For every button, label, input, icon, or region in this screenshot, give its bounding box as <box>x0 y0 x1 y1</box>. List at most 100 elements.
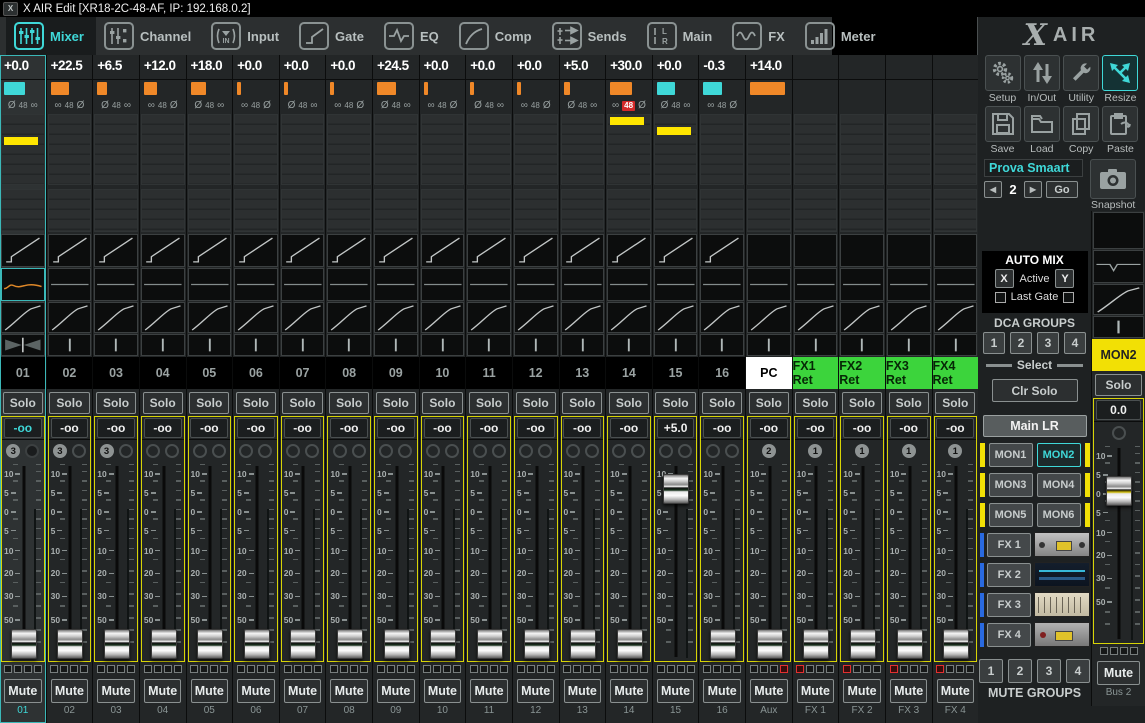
gate-thumbnail[interactable] <box>934 234 978 267</box>
pan-knob[interactable] <box>426 444 440 458</box>
solo-button[interactable]: Solo <box>189 392 229 414</box>
polarity-icon[interactable]: ∞ <box>334 101 341 111</box>
tab-meter[interactable]: Meter <box>797 17 888 55</box>
pan-thumbnail[interactable] <box>514 334 558 356</box>
fader-value[interactable]: -oo <box>703 418 741 438</box>
fx-rack-thumbnail[interactable] <box>1034 532 1089 557</box>
fader[interactable]: 1050510203050 <box>49 462 91 661</box>
channel-select-header[interactable]: 07 <box>280 357 326 389</box>
gate-thumbnail[interactable] <box>794 234 838 267</box>
fx-rack-thumbnail[interactable] <box>1034 592 1089 617</box>
tab-input[interactable]: INInput <box>203 17 291 55</box>
pan-thumbnail[interactable] <box>561 334 605 356</box>
eq-thumbnail[interactable] <box>840 268 884 301</box>
link-icon[interactable]: Ø <box>543 101 551 111</box>
phantom-48v-button[interactable]: 48 <box>578 101 587 111</box>
fader[interactable]: 1050510203050 <box>562 462 604 661</box>
comp-thumbnail[interactable] <box>467 302 511 333</box>
pan-thumbnail[interactable] <box>234 334 278 356</box>
comp-thumbnail[interactable] <box>607 302 651 333</box>
fader-cap[interactable] <box>943 629 969 659</box>
link-icon[interactable]: ∞ <box>124 101 131 111</box>
polarity-icon[interactable]: Ø <box>661 101 669 111</box>
pan-thumbnail[interactable] <box>421 334 465 356</box>
pan-knob[interactable] <box>631 444 645 458</box>
pan-thumbnail[interactable] <box>327 334 371 356</box>
gain-value[interactable]: +0.0 <box>280 55 326 80</box>
pan-knob[interactable] <box>258 444 272 458</box>
gate-thumbnail[interactable] <box>94 234 138 267</box>
fader[interactable]: 1050510203050 <box>95 462 137 661</box>
channel-select-header[interactable]: 16 <box>699 357 745 389</box>
eq-thumbnail[interactable] <box>794 268 838 301</box>
snapshot-next-button[interactable]: ▶ <box>1024 181 1042 198</box>
mute-button[interactable]: Mute <box>4 679 41 703</box>
fader-cap[interactable] <box>290 629 316 659</box>
bus-button-mon3[interactable]: MON3 <box>989 473 1033 497</box>
main-lr-button[interactable]: Main LR <box>983 415 1087 437</box>
dca-group-button-1[interactable]: 1 <box>983 332 1005 354</box>
gain-value[interactable]: +12.0 <box>140 55 186 80</box>
fader[interactable]: 1050510203050 <box>515 462 557 661</box>
fader-value[interactable]: -oo <box>517 418 555 438</box>
mute-button[interactable]: Mute <box>564 679 601 703</box>
fader-value[interactable]: -oo <box>424 418 462 438</box>
pan-knob[interactable] <box>165 444 179 458</box>
link-icon[interactable]: ∞ <box>310 101 317 111</box>
tab-fx[interactable]: FX <box>724 17 797 55</box>
eq-thumbnail[interactable] <box>1093 250 1144 283</box>
phantom-48v-button[interactable]: 48 <box>112 101 121 111</box>
phantom-48v-button[interactable]: 48 <box>19 101 28 111</box>
gate-thumbnail[interactable] <box>374 234 418 267</box>
pan-thumbnail[interactable] <box>887 334 931 356</box>
tab-channel[interactable]: Channel <box>96 17 203 55</box>
snapshot-prev-button[interactable]: ◀ <box>984 181 1002 198</box>
gain-value[interactable] <box>933 55 979 80</box>
fader-cap[interactable] <box>477 629 503 659</box>
pan-thumbnail[interactable] <box>840 334 884 356</box>
comp-thumbnail[interactable] <box>1 302 45 333</box>
mute-button[interactable]: Mute <box>890 679 927 703</box>
fader[interactable]: 1050510203050 <box>935 462 977 661</box>
fader-value[interactable]: 0.0 <box>1096 400 1140 420</box>
eq-thumbnail[interactable] <box>467 268 511 301</box>
polarity-icon[interactable]: Ø <box>567 101 575 111</box>
fader[interactable]: 1050510203050 <box>2 462 44 661</box>
mute-button[interactable]: Mute <box>237 679 274 703</box>
pan-knob[interactable] <box>305 444 319 458</box>
tab-comp[interactable]: Comp <box>451 17 544 55</box>
gate-thumbnail[interactable] <box>1 234 45 267</box>
channel-select-header[interactable]: 11 <box>466 357 512 389</box>
link-icon[interactable]: Ø <box>263 101 271 111</box>
phantom-48v-button[interactable]: 48 <box>531 101 540 111</box>
dca-badge[interactable]: 2 <box>762 444 776 458</box>
pan-thumbnail[interactable] <box>188 334 232 356</box>
comp-thumbnail[interactable] <box>188 302 232 333</box>
fader-value[interactable]: -oo <box>890 418 928 438</box>
solo-button[interactable]: Solo <box>3 392 43 414</box>
fader-cap[interactable] <box>197 629 223 659</box>
channel-select-header[interactable]: 03 <box>93 357 139 389</box>
eq-thumbnail[interactable] <box>234 268 278 301</box>
fader-value[interactable]: -oo <box>936 418 974 438</box>
solo-button[interactable]: Solo <box>236 392 276 414</box>
eq-thumbnail[interactable] <box>327 268 371 301</box>
dca-badge[interactable]: 3 <box>6 444 20 458</box>
fader[interactable]: 1050510203050 <box>841 462 883 661</box>
link-icon[interactable]: Ø <box>638 101 646 111</box>
fader-cap[interactable] <box>524 629 550 659</box>
pan-thumbnail[interactable] <box>374 334 418 356</box>
mute-group-button-2[interactable]: 2 <box>1008 659 1032 683</box>
pan-thumbnail[interactable] <box>747 334 791 356</box>
fader-cap[interactable] <box>663 474 689 504</box>
solo-button[interactable]: Solo <box>562 392 602 414</box>
link-icon[interactable]: ∞ <box>497 101 504 111</box>
fader-value[interactable]: -oo <box>144 418 182 438</box>
fader-value[interactable]: -oo <box>750 418 788 438</box>
pan-thumbnail[interactable] <box>48 334 92 356</box>
solo-button[interactable]: Solo <box>49 392 89 414</box>
channel-select-header[interactable]: 01 <box>0 357 46 389</box>
tab-sends[interactable]: Sends <box>544 17 639 55</box>
gate-thumbnail[interactable] <box>281 234 325 267</box>
bus-button-mon5[interactable]: MON5 <box>989 503 1033 527</box>
